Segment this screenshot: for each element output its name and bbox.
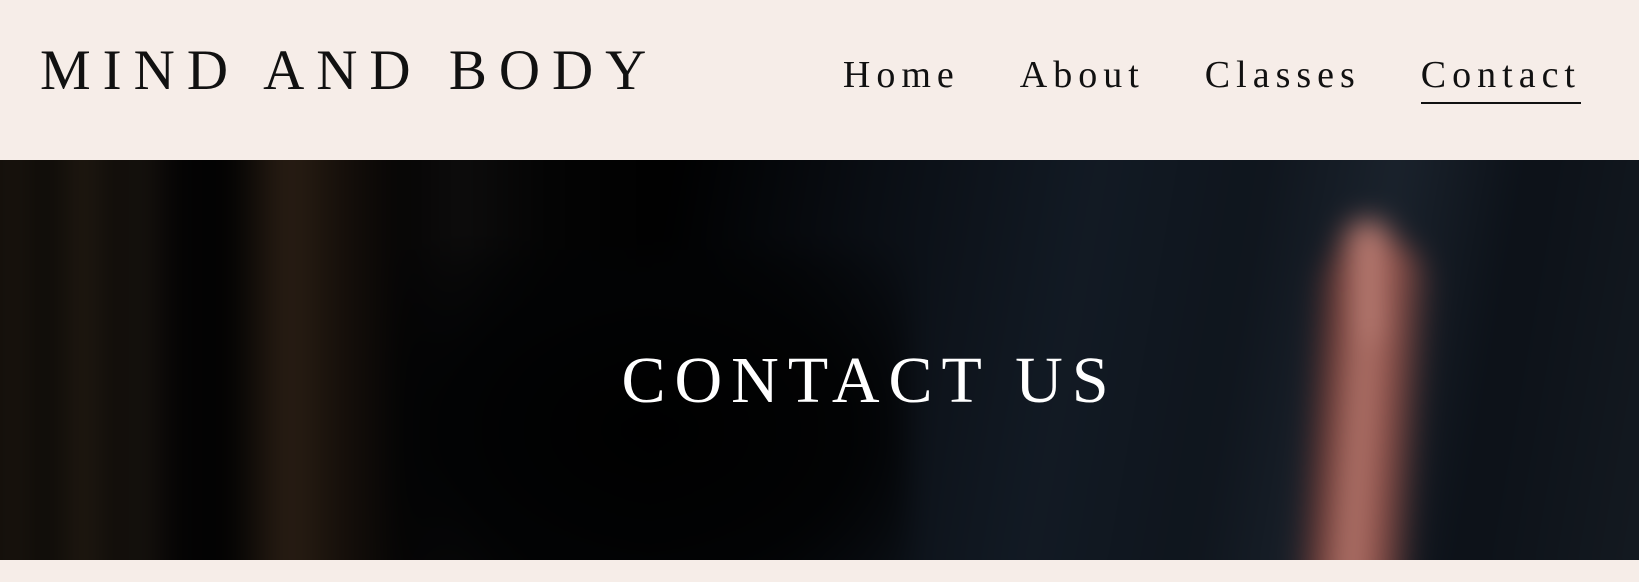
page-bottom-strip <box>0 560 1639 582</box>
site-logo-text[interactable]: MIND AND BODY <box>40 42 658 99</box>
hero-banner: CONTACT US <box>0 160 1639 560</box>
nav-item-home[interactable]: Home <box>843 56 960 104</box>
main-nav: Home About Classes Contact <box>843 56 1581 104</box>
hero-title: CONTACT US <box>621 344 1118 417</box>
site-header: MIND AND BODY Home About Classes Contact <box>0 0 1639 160</box>
nav-item-classes[interactable]: Classes <box>1205 56 1361 104</box>
nav-item-contact[interactable]: Contact <box>1420 56 1581 104</box>
nav-item-about[interactable]: About <box>1020 56 1145 104</box>
